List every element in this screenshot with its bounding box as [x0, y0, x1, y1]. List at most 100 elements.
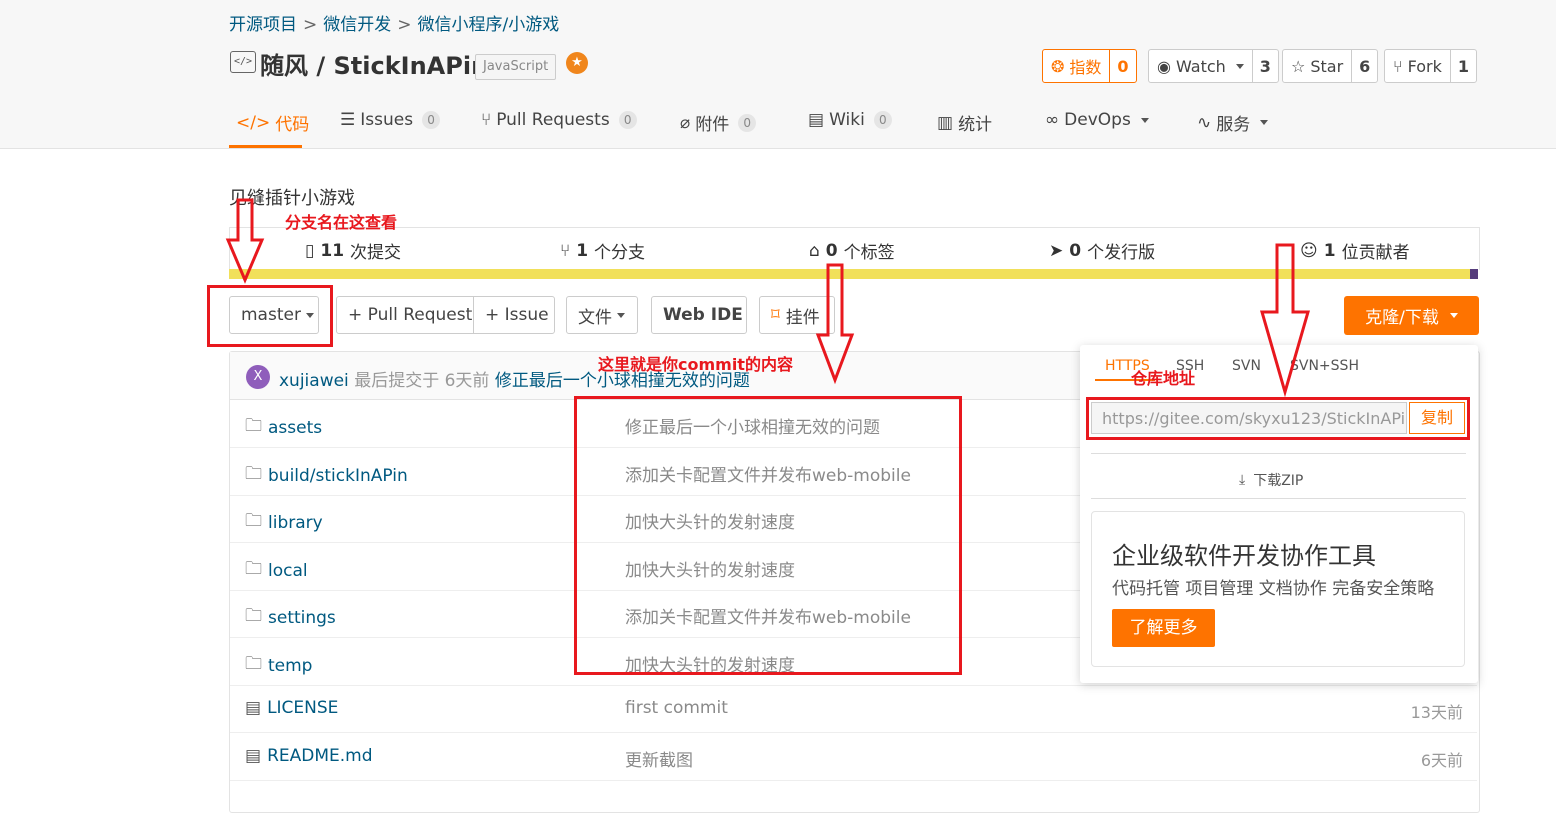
fork-count: 1: [1449, 50, 1476, 82]
tab-pull-requests[interactable]: ⑂ Pull Requests 0: [481, 110, 637, 130]
tab-label: 服务: [1216, 115, 1251, 135]
web-ide-button[interactable]: Web IDE: [651, 296, 747, 334]
language-badge[interactable]: JavaScript: [475, 54, 557, 80]
watch-label: Watch: [1175, 56, 1226, 76]
file-icon: ▤: [245, 698, 262, 718]
folder-icon: 🗀: [245, 606, 262, 626]
avatar[interactable]: X: [246, 365, 270, 389]
branch-highlight-box: [207, 285, 333, 347]
commit-icon: ▯: [305, 240, 315, 261]
language-bar[interactable]: [229, 269, 1478, 279]
issues-icon: ☰: [340, 110, 356, 130]
users-icon: ☺: [1300, 240, 1318, 261]
tab-label: 附件: [695, 115, 730, 135]
repo-url-annotation: 仓库地址: [1131, 369, 1196, 388]
repo-slash: /: [316, 52, 326, 80]
mount-button[interactable]: ⌑ 挂件: [759, 296, 835, 334]
breadcrumb-item[interactable]: 开源项目: [229, 15, 297, 35]
file-name-text: README.md: [267, 746, 373, 766]
folder-icon: 🗀: [245, 416, 262, 436]
file-commit-message[interactable]: first commit: [625, 698, 728, 718]
fork-label: Fork: [1407, 56, 1442, 76]
file-name-text: settings: [268, 607, 336, 628]
commit-highlight-box: [574, 396, 962, 675]
tab-stats[interactable]: ▥ 统计: [937, 110, 992, 136]
repo-code-icon: </>: [230, 51, 256, 73]
tab-code[interactable]: </> 代码: [236, 110, 309, 136]
repo-owner[interactable]: 随风: [260, 52, 308, 80]
fork-button[interactable]: ⑂ Fork 1: [1384, 49, 1478, 83]
clone-tab-svn[interactable]: SVN: [1232, 358, 1261, 374]
language-bar-segment[interactable]: [1470, 269, 1478, 279]
files-label: 文件: [578, 307, 612, 328]
divider: [1091, 498, 1466, 499]
index-button[interactable]: ❂ 指数 0: [1042, 49, 1137, 83]
pull-request-button[interactable]: + Pull Request: [336, 296, 474, 334]
tab-attachments[interactable]: ⌀ 附件 0: [680, 110, 757, 135]
breadcrumb-item[interactable]: 微信小程序/小游戏: [418, 15, 560, 35]
clone-label: 克隆/下载: [1365, 308, 1439, 328]
tag-icon: ⌂: [809, 240, 820, 261]
page-title: 随风 / StickInAPin: [260, 46, 488, 81]
table-row: [230, 685, 1477, 733]
active-tab-indicator: [229, 145, 302, 148]
stat-tags[interactable]: ⌂ 0 个标签: [809, 238, 895, 264]
url-highlight-box: [1086, 397, 1470, 440]
file-name[interactable]: 🗀 assets: [245, 413, 322, 442]
chevron-down-icon: [1140, 117, 1149, 123]
clone-tab-svn-ssh[interactable]: SVN+SSH: [1290, 358, 1359, 374]
file-name[interactable]: ▤ README.md: [245, 746, 373, 766]
folder-icon: 🗀: [245, 654, 262, 674]
stat-number: 0: [825, 240, 838, 261]
zip-label: 下载ZIP: [1253, 473, 1304, 489]
tab-devops[interactable]: ∞ DevOps: [1045, 110, 1149, 130]
pull-request-icon: ⑂: [481, 110, 492, 130]
stat-commits[interactable]: ▯ 11 次提交: [305, 238, 401, 264]
tab-issues[interactable]: ☰ Issues 0: [340, 110, 441, 130]
stat-releases[interactable]: ➤ 0 个发行版: [1049, 238, 1156, 264]
stat-label: 个发行版: [1087, 243, 1156, 263]
tab-wiki[interactable]: ▤ Wiki 0: [808, 110, 892, 130]
breadcrumb-item[interactable]: 微信开发: [323, 15, 391, 35]
chevron-down-icon: [1260, 120, 1269, 125]
eye-icon: ◉: [1157, 56, 1171, 76]
send-icon: ➤: [1049, 240, 1064, 261]
file-name[interactable]: ▤ LICENSE: [245, 698, 338, 718]
book-icon: ▤: [808, 110, 825, 130]
code-icon: </>: [236, 112, 271, 133]
file-commit-message[interactable]: 更新截图: [625, 746, 693, 771]
branch-icon: ⑂: [560, 240, 571, 261]
commit-annotation: 这里就是你commit的内容: [598, 355, 793, 374]
tab-services[interactable]: ∿ 服务: [1197, 110, 1269, 135]
file-name-text: assets: [268, 417, 323, 438]
file-name[interactable]: 🗀 settings: [245, 603, 336, 632]
download-zip-link[interactable]: ⤓ 下载ZIP: [1239, 470, 1303, 490]
tab-label: DevOps: [1064, 110, 1131, 130]
chevron-down-icon: [1235, 63, 1244, 69]
tab-label: Wiki: [829, 110, 865, 130]
tab-count: 0: [738, 113, 757, 132]
file-time: 13天前: [1410, 703, 1463, 722]
file-name-text: temp: [268, 655, 313, 676]
commit-author[interactable]: xujiawei: [279, 371, 349, 391]
star-button[interactable]: ☆ Star 6: [1282, 49, 1379, 83]
file-time: 6天前: [1420, 751, 1463, 770]
file-name[interactable]: 🗀 library: [245, 508, 323, 537]
file-name[interactable]: 🗀 build/stickInAPin: [245, 461, 408, 490]
award-icon[interactable]: ★: [566, 52, 588, 74]
stat-label: 个标签: [843, 243, 895, 263]
repo-name[interactable]: StickInAPin: [333, 52, 488, 80]
watch-button[interactable]: ◉ Watch 3: [1148, 49, 1279, 83]
stat-number: 1: [576, 240, 589, 261]
clone-download-button[interactable]: 克隆/下载: [1344, 296, 1479, 335]
stat-contributors[interactable]: ☺ 1 位贡献者: [1300, 238, 1410, 264]
stat-branches[interactable]: ⑂ 1 个分支: [560, 238, 645, 264]
issue-button[interactable]: + Issue: [473, 296, 555, 334]
file-icon: ▤: [245, 746, 262, 766]
file-name[interactable]: 🗀 local: [245, 556, 308, 585]
breadcrumb-separator: >: [303, 15, 318, 35]
gem-icon: ❂: [1051, 56, 1065, 76]
file-name[interactable]: 🗀 temp: [245, 651, 312, 680]
learn-more-button[interactable]: 了解更多: [1112, 609, 1215, 647]
files-dropdown[interactable]: 文件: [566, 296, 638, 334]
